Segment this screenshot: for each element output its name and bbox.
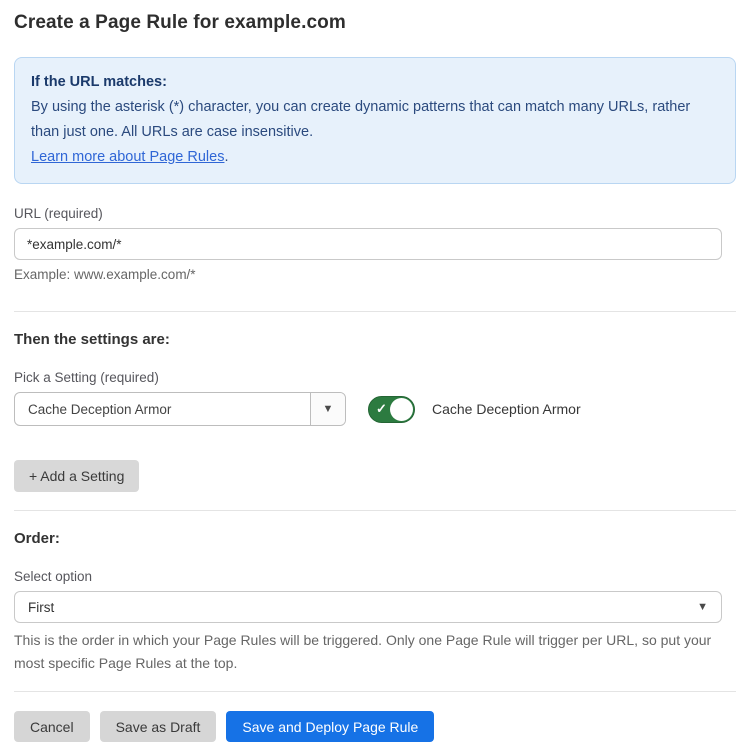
setting-row: Cache Deception Armor ▼ ✓ Cache Deceptio… (14, 392, 736, 426)
order-section-heading: Order: (14, 530, 736, 547)
order-select-label: Select option (14, 569, 736, 584)
footer-actions: Cancel Save as Draft Save and Deploy Pag… (14, 711, 736, 742)
info-box-heading: If the URL matches: (31, 70, 719, 95)
setting-select[interactable]: Cache Deception Armor ▼ (14, 392, 346, 426)
cancel-button[interactable]: Cancel (14, 711, 90, 742)
pick-setting-label: Pick a Setting (required) (14, 370, 736, 385)
order-helper-text: This is the order in which your Page Rul… (14, 629, 729, 675)
setting-select-arrow-button[interactable]: ▼ (310, 393, 345, 425)
add-setting-button[interactable]: + Add a Setting (14, 460, 139, 492)
divider (14, 691, 736, 692)
order-select-value: First (28, 600, 54, 615)
setting-select-value: Cache Deception Armor (15, 393, 310, 425)
setting-toggle-group: ✓ Cache Deception Armor (368, 396, 581, 423)
order-select[interactable]: First ▼ (14, 591, 722, 623)
info-box-body: By using the asterisk (*) character, you… (31, 95, 719, 145)
url-matches-info-box: If the URL matches: By using the asteris… (14, 57, 736, 184)
link-suffix: . (224, 149, 228, 165)
settings-section-heading: Then the settings are: (14, 331, 736, 348)
toggle-label: Cache Deception Armor (432, 401, 581, 417)
toggle-knob (390, 398, 413, 421)
url-example-helper: Example: www.example.com/* (14, 267, 736, 282)
save-and-deploy-button[interactable]: Save and Deploy Page Rule (226, 711, 434, 742)
check-icon: ✓ (376, 402, 387, 415)
divider (14, 311, 736, 312)
page-title: Create a Page Rule for example.com (14, 12, 736, 34)
info-box-link-line: Learn more about Page Rules. (31, 145, 719, 170)
divider (14, 510, 736, 511)
chevron-down-icon: ▼ (697, 601, 708, 613)
learn-more-link[interactable]: Learn more about Page Rules (31, 149, 224, 165)
url-input[interactable] (14, 228, 722, 260)
create-page-rule-form: Create a Page Rule for example.com If th… (0, 0, 750, 742)
url-field-label: URL (required) (14, 206, 736, 221)
chevron-down-icon: ▼ (323, 403, 334, 415)
save-as-draft-button[interactable]: Save as Draft (100, 711, 217, 742)
cache-deception-armor-toggle[interactable]: ✓ (368, 396, 415, 423)
